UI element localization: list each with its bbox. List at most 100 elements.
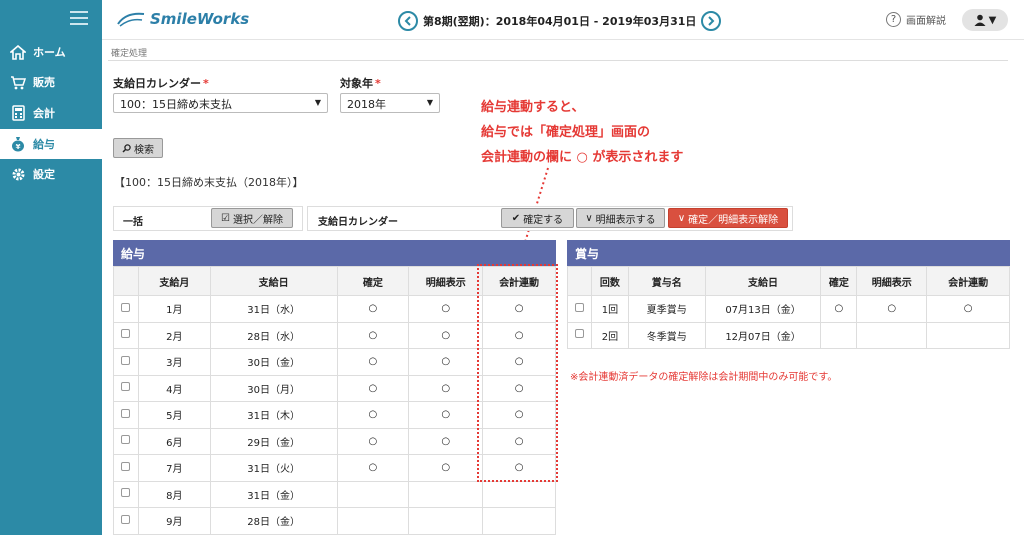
accounting-link-cell xyxy=(926,321,1010,349)
pay-day-cell: 31日（金） xyxy=(209,480,338,508)
pay-day-cell: 30日（金） xyxy=(209,348,338,376)
confirm-button[interactable]: ✔ 確定する xyxy=(501,208,574,228)
sidebar-item-label: 会計 xyxy=(33,107,55,120)
calculator-icon xyxy=(9,104,27,122)
month-cell: 5月 xyxy=(137,401,211,429)
count-cell: 1回 xyxy=(590,295,629,323)
bonus-panel-title: 賞与 xyxy=(575,246,600,261)
breadcrumb: 確定処理 xyxy=(111,49,148,59)
salary-panel-title: 給与 xyxy=(121,246,146,261)
prev-period-button[interactable] xyxy=(398,11,418,31)
accounting-link-highlight xyxy=(477,264,558,482)
confirm-button-label: 確定する xyxy=(523,214,564,226)
row-checkbox[interactable] xyxy=(121,355,131,365)
next-period-button[interactable] xyxy=(701,11,722,31)
confirm-cell: ○ xyxy=(820,295,858,323)
annotation-line-2: 給与では「確定処理」画面の xyxy=(481,125,651,140)
row-checkbox[interactable] xyxy=(121,488,131,498)
confirm-cell: ○ xyxy=(336,295,410,323)
hamburger-menu-icon[interactable] xyxy=(70,11,88,25)
table-row: 9月 28日（金） xyxy=(113,507,556,535)
confirm-cell: ○ xyxy=(336,401,410,429)
accounting-link-cell xyxy=(482,480,556,508)
row-checkbox[interactable] xyxy=(121,435,131,445)
smileworks-logo-icon xyxy=(117,12,145,27)
row-checkbox[interactable] xyxy=(121,382,131,392)
user-icon xyxy=(974,14,986,26)
calendar-select[interactable]: 100：15日締め末支払 ▼ xyxy=(113,93,328,113)
pay-day-cell: 30日（月） xyxy=(209,374,338,402)
accounting-link-cell xyxy=(482,507,556,535)
detail-cell xyxy=(408,480,484,508)
sidebar-item-payroll[interactable]: ¥ 給与 xyxy=(0,129,102,159)
calendar-field-label: 支給日カレンダー * xyxy=(113,75,209,91)
cart-icon xyxy=(9,73,27,91)
sidebar-item-sales[interactable]: 販売 xyxy=(0,67,102,97)
confirm-cell xyxy=(820,321,858,349)
year-select[interactable]: 2018年 ▼ xyxy=(340,93,440,113)
row-checkbox[interactable] xyxy=(121,302,131,312)
chevron-left-icon xyxy=(404,16,411,26)
month-cell: 7月 xyxy=(137,454,211,482)
user-menu-button[interactable]: ▼ xyxy=(962,9,1008,31)
pay-day-cell: 28日（金） xyxy=(209,507,338,535)
calendar-bulk-label: 支給日カレンダー xyxy=(318,217,398,228)
table-row: 2回 冬季賞与 12月07日（金） xyxy=(567,321,1010,349)
pay-day-cell: 29日（金） xyxy=(209,427,338,455)
pay-day-cell: 12月07日（金） xyxy=(704,321,822,349)
chevron-down-icon: ∨ xyxy=(677,212,686,224)
bonus-name-cell: 夏季賞与 xyxy=(627,295,706,323)
dropdown-arrow-icon: ▼ xyxy=(426,98,433,107)
pay-day-cell: 31日（火） xyxy=(209,454,338,482)
table-row: 1回 夏季賞与 07月13日（金） ○ ○ ○ xyxy=(567,295,1010,323)
column-header: 明細表示 xyxy=(408,266,484,296)
release-confirm-button[interactable]: ∨ 確定／明細表示解除 xyxy=(668,208,788,228)
detail-cell xyxy=(408,507,484,535)
detail-cell: ○ xyxy=(408,321,484,349)
bulk-label: 一括 xyxy=(123,217,143,228)
search-button[interactable]: 検索 xyxy=(113,138,163,158)
gear-icon xyxy=(9,165,27,183)
divider xyxy=(108,60,1008,61)
confirm-cell: ○ xyxy=(336,427,410,455)
detail-cell: ○ xyxy=(408,295,484,323)
check-icon: ✔ xyxy=(511,212,521,224)
caret-down-icon: ▼ xyxy=(988,14,997,26)
row-checkbox[interactable] xyxy=(121,461,131,471)
required-mark: * xyxy=(203,77,209,90)
required-mark: * xyxy=(375,77,381,90)
row-checkbox[interactable] xyxy=(574,329,584,339)
annotation-line-3: 会計連動の欄に ○ が表示されます xyxy=(481,150,684,165)
column-header: 会計連動 xyxy=(926,266,1010,296)
select-toggle-label: 選択／解除 xyxy=(232,214,283,226)
show-detail-button[interactable]: ∨ 明細表示する xyxy=(576,208,665,228)
detail-cell: ○ xyxy=(408,401,484,429)
row-checkbox[interactable] xyxy=(574,302,584,312)
detail-cell xyxy=(856,321,928,349)
row-checkbox[interactable] xyxy=(121,408,131,418)
column-header: 支給日 xyxy=(704,266,822,296)
result-caption: 【100：15日締め末支払（2018年）】 xyxy=(114,176,304,189)
help-link[interactable]: ? 画面解説 xyxy=(886,12,946,27)
pay-day-cell: 28日（水） xyxy=(209,321,338,349)
confirm-cell xyxy=(336,480,410,508)
sidebar-item-accounting[interactable]: 会計 xyxy=(0,98,102,128)
sidebar-item-home[interactable]: ホーム xyxy=(0,37,102,67)
app-logo[interactable]: SmileWorks xyxy=(116,10,249,28)
sidebar-item-settings[interactable]: 設定 xyxy=(0,159,102,189)
chevron-right-icon xyxy=(708,16,715,26)
year-field-label: 対象年 * xyxy=(340,75,381,91)
confirm-cell: ○ xyxy=(336,374,410,402)
sidebar: ホーム 販売 会計 ¥ 給与 設定 xyxy=(0,0,102,535)
column-header: 回数 xyxy=(590,266,629,296)
select-toggle-button[interactable]: ☑ 選択／解除 xyxy=(211,208,293,228)
month-cell: 8月 xyxy=(137,480,211,508)
detail-cell: ○ xyxy=(408,348,484,376)
row-checkbox[interactable] xyxy=(121,329,131,339)
table-header-row: 回数 賞与名 支給日 確定 明細表示 会計連動 xyxy=(567,266,1010,296)
month-cell: 6月 xyxy=(137,427,211,455)
row-checkbox[interactable] xyxy=(121,514,131,524)
bonus-table: 回数 賞与名 支給日 確定 明細表示 会計連動 1回 夏季賞与 07月13日（金） ○… xyxy=(567,266,1010,349)
sidebar-item-label: 給与 xyxy=(33,138,55,151)
svg-text:¥: ¥ xyxy=(16,143,21,151)
